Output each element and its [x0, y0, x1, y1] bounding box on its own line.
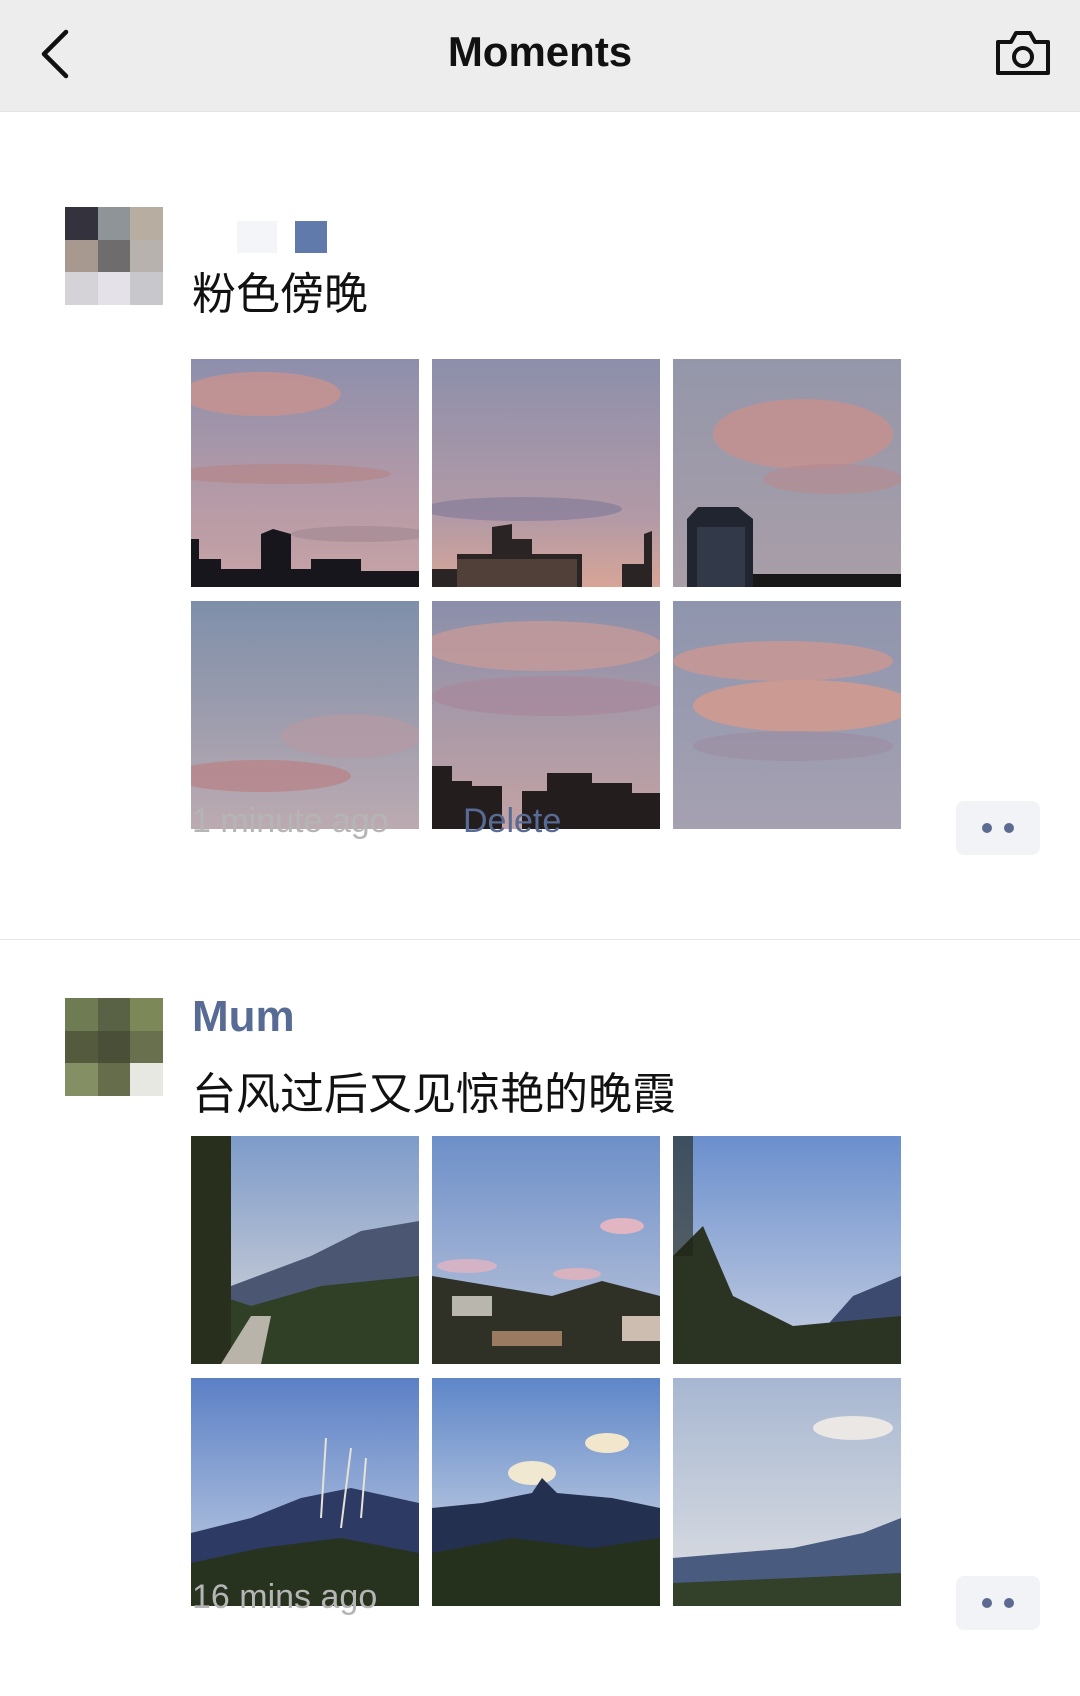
photo-grid — [191, 1136, 903, 1606]
post-text: 台风过后又见惊艳的晚霞 — [192, 1069, 676, 1120]
timestamp: 1 minute ago — [192, 802, 389, 840]
avatar[interactable] — [65, 998, 163, 1096]
moment-post: 粉色傍晚 1 minute ago Delete — [0, 190, 1080, 940]
post-text: 粉色傍晚 — [192, 269, 368, 320]
dot-icon — [1004, 1598, 1014, 1608]
photo-thumbnail[interactable] — [191, 1378, 419, 1606]
photo-thumbnail[interactable] — [432, 601, 660, 829]
dot-icon — [982, 823, 992, 833]
photo-thumbnail[interactable] — [191, 601, 419, 829]
photo-thumbnail[interactable] — [673, 1378, 901, 1606]
timestamp: 16 mins ago — [192, 1578, 378, 1616]
photo-thumbnail[interactable] — [673, 601, 901, 829]
photo-thumbnail[interactable] — [432, 1378, 660, 1606]
avatar[interactable] — [65, 207, 163, 305]
photo-thumbnail[interactable] — [191, 1136, 419, 1364]
dot-icon — [1004, 823, 1014, 833]
photo-thumbnail[interactable] — [191, 359, 419, 587]
nickname-blurred[interactable] — [192, 206, 362, 253]
nickname[interactable]: Mum — [192, 992, 295, 1042]
photo-thumbnail[interactable] — [673, 359, 901, 587]
moment-post: Mum 台风过后又见惊艳的晚霞 16 mins ago — [0, 940, 1080, 1696]
dot-icon — [982, 1598, 992, 1608]
more-actions-button[interactable] — [956, 1576, 1040, 1630]
photo-grid — [191, 359, 903, 829]
delete-link[interactable]: Delete — [463, 802, 561, 841]
camera-button[interactable] — [994, 28, 1052, 78]
more-actions-button[interactable] — [956, 801, 1040, 855]
camera-icon — [996, 31, 1050, 75]
photo-thumbnail[interactable] — [432, 359, 660, 587]
page-title: Moments — [447, 28, 633, 75]
nav-bar: Moments — [0, 0, 1080, 112]
photo-thumbnail[interactable] — [673, 1136, 901, 1364]
photo-thumbnail[interactable] — [432, 1136, 660, 1364]
